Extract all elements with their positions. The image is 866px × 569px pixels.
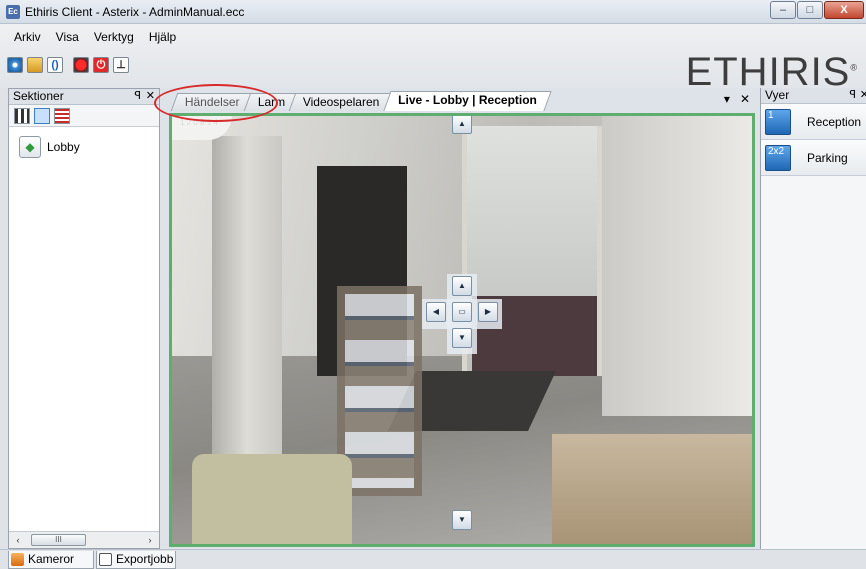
minimize-button[interactable]: – (770, 1, 796, 19)
settings-icon[interactable] (7, 57, 23, 73)
views-title: Vyer (765, 88, 790, 102)
record-icon[interactable] (73, 57, 89, 73)
views-pane: Vyer ꟼ ✕ 1 Reception 2x2 Parking (760, 88, 866, 549)
maximize-button[interactable]: □ (797, 1, 823, 19)
views-header: Vyer ꟼ ✕ (761, 88, 866, 104)
menu-bar: Arkiv Visa Verktyg Hjälp () ⏻ ⊥ ETHIRIS® (0, 24, 866, 94)
view-item-parking[interactable]: 2x2 Parking (761, 140, 866, 176)
folder-icon[interactable] (27, 57, 43, 73)
power-icon[interactable]: ⏻ (93, 57, 109, 73)
sections-header: Sektioner ꟼ ✕ (9, 89, 159, 105)
sections-title: Sektioner (13, 89, 64, 103)
tab-controls: ▾ ✕ (724, 92, 750, 106)
view-label: Reception (807, 115, 862, 129)
sections-pane: Sektioner ꟼ ✕ ◆ Lobby ‹ III › (8, 88, 160, 549)
ptz-up-button[interactable]: ▲ (452, 276, 472, 296)
video-desk (552, 434, 752, 544)
tab-dropdown-icon[interactable]: ▾ (724, 92, 730, 106)
tab-label: Live - Lobby | Reception (397, 93, 537, 107)
horizontal-scrollbar[interactable]: ‹ III › (9, 531, 159, 548)
section-label: Lobby (47, 140, 80, 154)
list-view-icon[interactable] (34, 108, 50, 124)
ptz-right-button[interactable]: ▶ (478, 302, 498, 322)
ptz-center-button[interactable]: ▭ (452, 302, 472, 322)
window-title: Ethiris Client - Asterix - AdminManual.e… (25, 5, 245, 19)
ptz-down-button[interactable]: ▼ (452, 328, 472, 348)
bottom-tab-label: Kameror (28, 552, 75, 566)
toolbar: () ⏻ ⊥ (7, 56, 129, 74)
toolbar-separator (67, 56, 69, 74)
video-column (212, 136, 282, 466)
ptz-left-button[interactable]: ◀ (426, 302, 446, 322)
tab-videospelaren[interactable]: Videospelaren (288, 93, 394, 111)
single-view-icon: 1 (765, 109, 791, 135)
live-video[interactable]: 1 2 0 8 1 4 ▲ ▲ ◀ ▭ ▶ ▼ ▼ (169, 113, 755, 547)
alarm-list-icon[interactable] (54, 108, 70, 124)
main-menu: Arkiv Visa Verktyg Hjälp (14, 30, 176, 44)
view-item-reception[interactable]: 1 Reception (761, 104, 866, 140)
close-pane-icon[interactable]: ✕ (860, 88, 866, 103)
pin-icon[interactable]: ꟼ (849, 88, 856, 103)
grid-view-icon[interactable] (14, 108, 30, 124)
scroll-thumb[interactable]: III (31, 534, 86, 546)
window-controls: – □ X (770, 1, 864, 19)
close-button[interactable]: X (824, 1, 864, 19)
pin-icon[interactable]: ꟼ (134, 89, 141, 104)
tab-live[interactable]: Live - Lobby | Reception (382, 91, 551, 111)
title-bar: Ec Ethiris Client - Asterix - AdminManua… (0, 0, 866, 24)
camera-icon (11, 553, 24, 566)
video-right-wall (602, 116, 752, 416)
section-icon: ◆ (19, 136, 41, 158)
highlight-ellipse (154, 84, 278, 122)
export-icon (99, 553, 112, 566)
tab-kameror[interactable]: Kameror (8, 551, 94, 569)
tab-close-icon[interactable]: ✕ (740, 92, 750, 106)
menu-hjalp[interactable]: Hjälp (149, 30, 176, 44)
bottom-tab-label: Exportjobb (116, 552, 174, 566)
app-icon: Ec (6, 5, 20, 19)
tab-label: Videospelaren (302, 95, 380, 109)
grid-view-icon: 2x2 (765, 145, 791, 171)
tab-exportjobb[interactable]: Exportjobb (96, 551, 176, 569)
scroll-left-icon[interactable]: ‹ (11, 534, 25, 546)
export-icon[interactable]: ⊥ (113, 57, 129, 73)
view-label: Parking (807, 151, 848, 165)
script-icon[interactable]: () (47, 57, 63, 73)
scroll-right-icon[interactable]: › (143, 534, 157, 546)
sections-toolbar (9, 105, 159, 127)
bottom-tab-bar: Kameror Exportjobb (0, 549, 866, 569)
tilt-up-button[interactable]: ▲ (452, 116, 472, 134)
menu-verktyg[interactable]: Verktyg (94, 30, 134, 44)
tilt-down-button[interactable]: ▼ (452, 510, 472, 530)
menu-visa[interactable]: Visa (56, 30, 79, 44)
document-area: Händelser Larm Videospelaren Live - Lobb… (162, 88, 758, 549)
logo-mark: ® (850, 62, 858, 73)
video-chair (192, 454, 352, 544)
menu-arkiv[interactable]: Arkiv (14, 30, 41, 44)
section-item-lobby[interactable]: ◆ Lobby (19, 136, 80, 158)
